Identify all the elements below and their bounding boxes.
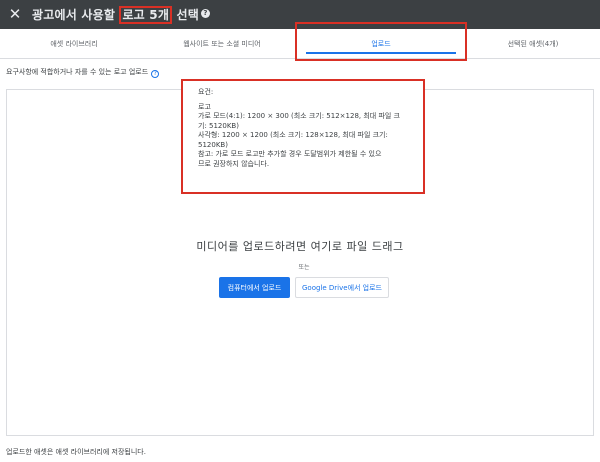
tab-label: 웹사이트 또는 소셜 미디어 [183,40,261,48]
upload-from-computer-button[interactable]: 컴퓨터에서 업로드 [219,277,290,298]
footer-note: 업로드한 애셋은 애셋 라이브러리에 저장됩니다. [6,448,146,456]
tab-website-social[interactable]: 웹사이트 또는 소셜 미디어 [148,29,296,59]
tooltip-square-line2: 5120KB) [198,140,228,149]
tooltip-square-line1: 사각형: 1200 × 1200 (최소 크기: 128×128, 최대 파일 … [198,131,388,139]
title-suffix: 선택 [172,8,199,22]
requirements-tooltip: 요건: 로고 가로 모드(4:1): 1200 × 300 (최소 크기: 51… [181,79,425,194]
help-icon[interactable]: ? [200,9,210,18]
tab-label: 애셋 라이브러리 [50,40,98,48]
tab-asset-library[interactable]: 애셋 라이브러리 [0,29,148,59]
upload-from-google-drive-button[interactable]: Google Drive에서 업로드 [295,277,389,298]
tooltip-note-line1: 참고: 가로 모드 로고만 추가할 경우 도달범위가 제한될 수 있으 [198,150,382,158]
tooltip-heading: 요건: [198,88,214,96]
requirements-line: 요구사항에 적합하거나 자를 수 있는 로고 업로드? [6,67,160,78]
dialog-title: 광고에서 사용할 로고 5개 선택? [32,6,210,24]
tooltip-landscape-line1: 가로 모드(4:1): 1200 × 300 (최소 크기: 512×128, … [198,112,400,120]
or-divider-text: 또는 [298,264,310,271]
tab-selected-assets[interactable]: 선택된 애셋(4개) [466,29,600,59]
drop-zone-title: 미디어를 업로드하려면 여기로 파일 드래그 [196,240,404,253]
tooltip-landscape-line2: 기: 5120KB) [198,121,239,130]
close-icon[interactable]: ✕ [7,6,23,22]
help-icon[interactable]: ? [151,70,160,78]
tooltip-note-line2: 므로 권장하지 않습니다. [198,159,270,168]
upload-tab-highlight-box [295,22,467,61]
requirements-text: 요구사항에 적합하거나 자를 수 있는 로고 업로드 [6,68,149,76]
tooltip-logo-title: 로고 [198,102,211,111]
title-highlight: 로고 5개 [119,6,173,24]
title-prefix: 광고에서 사용할 [32,8,120,22]
tab-label: 선택된 애셋(4개) [507,40,559,48]
